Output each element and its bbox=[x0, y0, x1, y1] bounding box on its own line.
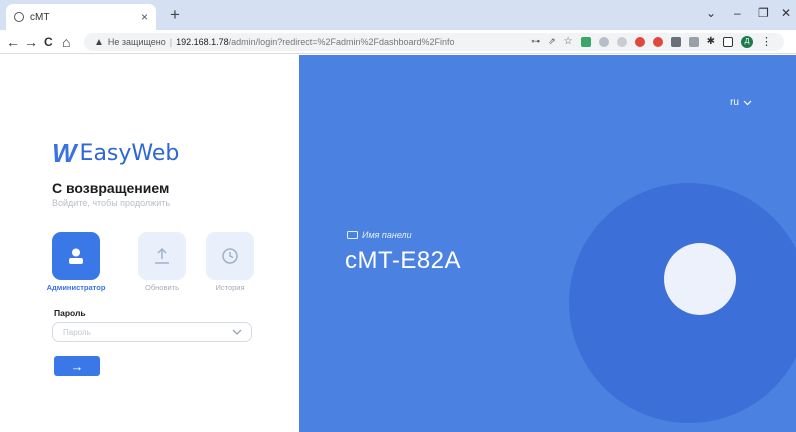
close-window-button[interactable]: ✕ bbox=[781, 6, 791, 20]
page-title: С возвращением bbox=[52, 180, 170, 196]
logo-mark: W bbox=[52, 138, 76, 168]
user-icon bbox=[69, 248, 83, 264]
extension-icon[interactable] bbox=[580, 36, 591, 47]
profile-avatar[interactable]: Д bbox=[741, 35, 753, 48]
tab-title: cMT bbox=[30, 11, 50, 23]
reload-button[interactable]: C bbox=[44, 33, 53, 51]
security-warning: Не защищено bbox=[107, 37, 166, 47]
browser-tabstrip: cMT × + ⌄ – ❐ ✕ bbox=[0, 0, 796, 30]
home-button[interactable]: ⌂ bbox=[62, 33, 70, 51]
url-path: /admin/login?redirect=%2Fadmin%2Fdashboa… bbox=[228, 37, 455, 47]
mode-admin-label[interactable]: Администратор bbox=[36, 283, 116, 292]
extension-icon[interactable] bbox=[652, 36, 663, 47]
toolbar-icons: ⊶ ⇗ ☆ ✱ Д ⋮ bbox=[531, 35, 772, 48]
chevron-down-icon bbox=[743, 100, 752, 105]
menu-icon[interactable]: ⋮ bbox=[761, 35, 772, 48]
mode-history-label[interactable]: История bbox=[190, 283, 270, 292]
monitor-icon bbox=[347, 231, 358, 239]
panel-caption: Имя панели bbox=[347, 230, 412, 240]
share-icon[interactable]: ⇗ bbox=[548, 36, 556, 47]
puzzle-icon[interactable]: ✱ bbox=[707, 36, 715, 47]
browser-tab[interactable]: cMT × bbox=[6, 4, 156, 30]
language-selector[interactable]: ru bbox=[730, 97, 752, 108]
restore-button[interactable]: ❐ bbox=[758, 6, 769, 20]
decorative-circle bbox=[664, 243, 736, 315]
warning-icon: ▲ bbox=[94, 36, 104, 48]
tab-close-button[interactable]: × bbox=[141, 10, 148, 24]
new-tab-button[interactable]: + bbox=[170, 6, 180, 24]
url-host: 192.168.1.78 bbox=[176, 37, 229, 47]
easyweb-logo: W EasyWeb bbox=[52, 138, 179, 169]
mode-admin-button[interactable] bbox=[52, 232, 100, 280]
mode-update-button[interactable] bbox=[138, 232, 186, 280]
logo-text: EasyWeb bbox=[79, 141, 180, 166]
page-subtitle: Войдите, чтобы продолжить bbox=[52, 198, 171, 208]
back-button[interactable]: ← bbox=[6, 33, 20, 51]
url-separator: | bbox=[169, 37, 173, 47]
forward-button[interactable]: → bbox=[24, 33, 38, 51]
panel-caption-text: Имя панели bbox=[362, 230, 412, 240]
password-label: Пароль bbox=[54, 308, 86, 318]
panel-info-area: ru Имя панели cMT-E82A bbox=[299, 55, 796, 432]
address-toolbar: ← → C ⌂ ▲ Не защищено | 192.168.1.78 /ad… bbox=[0, 30, 796, 54]
extension-icon[interactable] bbox=[670, 36, 681, 47]
side-panel-icon[interactable] bbox=[723, 36, 733, 47]
bookmark-star-icon[interactable]: ☆ bbox=[564, 36, 573, 47]
extension-icon[interactable] bbox=[598, 36, 609, 47]
extension-icon[interactable] bbox=[688, 36, 699, 47]
adblock-icon[interactable] bbox=[634, 36, 645, 47]
extension-icon[interactable] bbox=[616, 36, 627, 47]
minimize-button[interactable]: – bbox=[734, 6, 741, 20]
address-bar[interactable]: ▲ Не защищено | 192.168.1.78 /admin/logi… bbox=[84, 33, 784, 51]
globe-icon bbox=[14, 12, 24, 22]
chevron-down-icon[interactable] bbox=[232, 328, 242, 336]
login-submit-button[interactable]: → bbox=[54, 356, 100, 376]
tab-search-button[interactable]: ⌄ bbox=[706, 6, 716, 20]
upload-icon bbox=[155, 247, 169, 264]
password-field[interactable] bbox=[52, 322, 252, 342]
clock-icon bbox=[222, 248, 238, 264]
key-icon[interactable]: ⊶ bbox=[531, 36, 540, 47]
panel-name: cMT-E82A bbox=[345, 247, 462, 274]
mode-history-button[interactable] bbox=[206, 232, 254, 280]
language-label: ru bbox=[730, 97, 739, 108]
